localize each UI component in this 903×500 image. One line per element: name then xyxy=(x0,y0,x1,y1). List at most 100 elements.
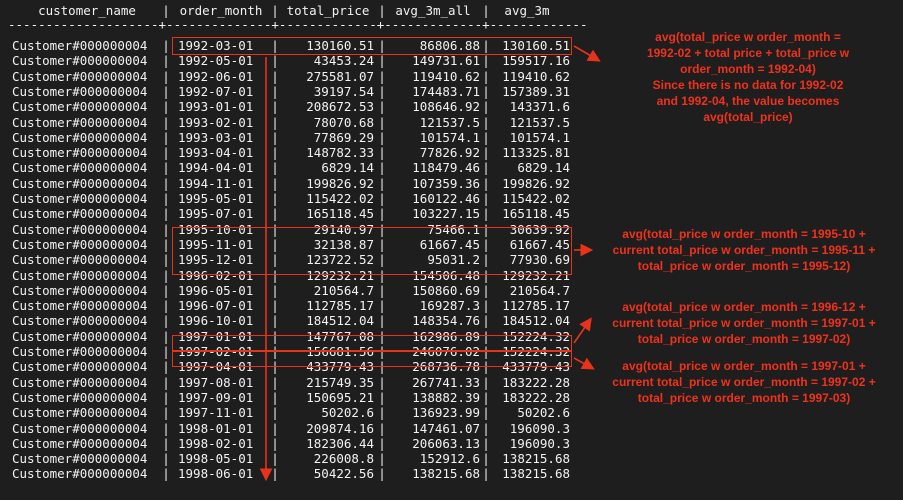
column-separator: | xyxy=(271,466,279,482)
cell-avg-3m-all: 169287.3 xyxy=(419,298,480,314)
column-separator: | xyxy=(482,282,490,298)
column-separator: | xyxy=(482,389,490,405)
column-separator: | xyxy=(482,313,490,329)
cell-avg-3m: 138215.68 xyxy=(502,466,570,482)
column-separator: | xyxy=(482,451,490,467)
column-separator: | xyxy=(271,191,279,206)
column-separator: | xyxy=(482,145,490,161)
column-separator: | xyxy=(271,83,279,99)
cell-avg-3m: 119410.62 xyxy=(502,68,570,84)
annotation-note-2: avg(total_price w order_month = 1995-10 … xyxy=(612,227,876,273)
column-separator: | xyxy=(162,359,170,375)
cell-avg-3m-all: 136923.99 xyxy=(412,405,480,421)
column-separator: | xyxy=(482,191,490,206)
cell-avg-3m-all: 147461.07 xyxy=(412,420,480,436)
cell-avg-3m-all: 206063.13 xyxy=(412,435,480,451)
column-separator: | xyxy=(271,451,279,467)
cell-total-price: 77869.29 xyxy=(313,129,374,145)
cell-total-price: 182306.44 xyxy=(306,435,374,451)
cell-avg-3m-all: 149731.61 xyxy=(412,53,480,69)
cell-customer-name: Customer#000000004 xyxy=(12,129,148,145)
column-separator: | xyxy=(271,420,279,436)
cell-customer-name: Customer#000000004 xyxy=(12,267,148,283)
column-separator: | xyxy=(162,267,170,283)
column-separator: | xyxy=(482,53,490,69)
column-separator: | xyxy=(271,374,279,390)
cell-avg-3m-all: 121537.5 xyxy=(419,114,480,130)
cell-avg-3m-all: 152912.6 xyxy=(419,451,480,467)
cell-customer-name: Customer#000000004 xyxy=(12,344,148,359)
cell-avg-3m: 101574.1 xyxy=(509,129,570,145)
cell-customer-name: Customer#000000004 xyxy=(12,313,148,329)
cell-avg-3m: 196090.3 xyxy=(509,420,570,436)
cell-avg-3m: 183222.28 xyxy=(502,374,570,390)
annotation-note-3: avg(total_price w order_month = 1996-12 … xyxy=(612,300,876,346)
column-separator: | xyxy=(482,466,490,482)
cell-customer-name: Customer#000000004 xyxy=(12,298,148,314)
column-separator: | xyxy=(162,389,170,405)
column-separator: | xyxy=(162,282,170,298)
header-avg-3m-all: avg_3m_all xyxy=(395,3,471,18)
column-separator: | xyxy=(162,38,170,53)
cell-customer-name: Customer#000000004 xyxy=(12,405,148,421)
header-order-month: order_month xyxy=(179,3,263,18)
cell-avg-3m-all: 138882.39 xyxy=(412,389,480,405)
cell-avg-3m: 113325.81 xyxy=(502,145,570,161)
column-separator: | xyxy=(482,206,490,222)
column-separator: | xyxy=(162,175,170,191)
cell-avg-3m-all: 103227.15 xyxy=(412,206,480,222)
column-separator: | xyxy=(162,83,170,99)
column-separator: | xyxy=(482,99,490,115)
cell-avg-3m: 6829.14 xyxy=(517,160,570,176)
column-separator: | xyxy=(271,282,279,298)
cell-customer-name: Customer#000000004 xyxy=(12,145,148,161)
column-separator: | xyxy=(271,145,279,161)
column-separator: | xyxy=(482,175,490,191)
column-separator: | xyxy=(162,344,170,359)
column-separator: | xyxy=(162,221,170,237)
cell-avg-3m-all: 108646.92 xyxy=(412,99,480,115)
cell-customer-name: Customer#000000004 xyxy=(12,99,148,115)
column-separator: | xyxy=(271,206,279,222)
cell-total-price: 39197.54 xyxy=(313,83,374,99)
column-separator: | xyxy=(271,435,279,451)
column-separator: | xyxy=(162,420,170,436)
column-separator: | xyxy=(162,466,170,482)
column-separator: | xyxy=(162,298,170,314)
column-separator: | xyxy=(482,435,490,451)
cell-avg-3m: 115422.02 xyxy=(502,191,570,206)
cell-customer-name: Customer#000000004 xyxy=(12,420,148,436)
column-separator: | xyxy=(162,160,170,176)
cell-customer-name: Customer#000000004 xyxy=(12,191,148,206)
column-separator: | xyxy=(482,160,490,176)
column-separator: | xyxy=(482,405,490,421)
cell-total-price: 50202.6 xyxy=(321,405,374,421)
cell-total-price: 6829.14 xyxy=(321,160,374,176)
cell-customer-name: Customer#000000004 xyxy=(12,282,148,298)
cell-avg-3m-all: 118479.46 xyxy=(412,160,480,176)
column-separator: | xyxy=(162,252,170,268)
cell-avg-3m-all: 150860.69 xyxy=(412,282,480,298)
header-total-price: total_price xyxy=(286,3,370,18)
cell-avg-3m-all: 174483.71 xyxy=(412,83,480,99)
cell-avg-3m-all: 138215.68 xyxy=(412,466,480,482)
cell-customer-name: Customer#000000004 xyxy=(12,83,148,99)
cell-avg-3m-all: 107359.36 xyxy=(412,175,480,191)
column-separator: | xyxy=(271,53,279,69)
cell-customer-name: Customer#000000004 xyxy=(12,53,148,69)
column-separator: | xyxy=(162,313,170,329)
column-separator: | xyxy=(482,129,490,145)
cell-customer-name: Customer#000000004 xyxy=(12,435,148,451)
cell-customer-name: Customer#000000004 xyxy=(12,466,148,482)
cell-customer-name: Customer#000000004 xyxy=(12,451,148,467)
column-separator: | xyxy=(482,420,490,436)
column-separator: | xyxy=(271,160,279,176)
header-customer-name: customer_name xyxy=(38,3,136,18)
cell-total-price: 226008.8 xyxy=(313,451,374,467)
column-separator: | xyxy=(162,145,170,161)
cell-customer-name: Customer#000000004 xyxy=(12,38,148,53)
cell-avg-3m-all: 148354.76 xyxy=(412,313,480,329)
cell-total-price: 210564.7 xyxy=(313,282,374,298)
column-separator: | xyxy=(271,389,279,405)
column-separator: | xyxy=(162,206,170,222)
